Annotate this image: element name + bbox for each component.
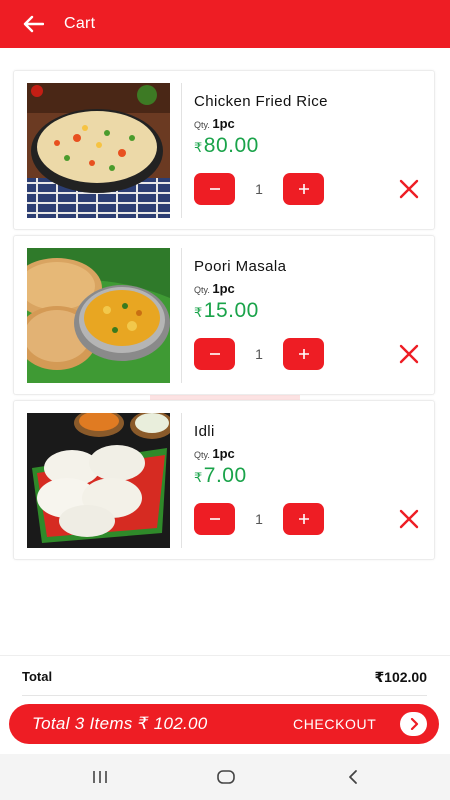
decrease-quantity-button[interactable] [194, 503, 235, 535]
item-name: Poori Masala [194, 258, 287, 275]
minus-icon [209, 353, 220, 355]
price-value: 80.00 [203, 134, 259, 157]
decrease-quantity-button[interactable] [194, 173, 235, 205]
qty-prefix: Qty. [194, 450, 210, 460]
qty-value: 1pc [212, 281, 235, 296]
item-name: Idli [194, 423, 215, 440]
remove-item-button[interactable] [397, 507, 421, 531]
item-price: ₹15.00 [194, 299, 259, 323]
home-icon [217, 770, 235, 784]
checkout-button[interactable]: Total 3 Items ₹ 102.00 CHECKOUT [9, 704, 439, 744]
nav-recents-button[interactable] [88, 766, 112, 788]
item-price: ₹7.00 [194, 464, 247, 488]
item-qty: Qty. 1pc [194, 116, 235, 131]
item-divider [181, 413, 182, 548]
app-bar: Cart [0, 0, 450, 48]
total-value: ₹102.00 [374, 669, 427, 685]
back-chevron-icon [349, 770, 357, 784]
back-button[interactable] [13, 4, 53, 44]
item-price: ₹80.00 [194, 134, 259, 158]
item-image-idli [27, 413, 170, 548]
checkout-label: CHECKOUT [293, 716, 377, 732]
cart-item: Poori Masala Qty. 1pc ₹15.00 1 [13, 235, 435, 395]
plus-icon [298, 349, 309, 359]
qty-prefix: Qty. [194, 285, 210, 295]
system-nav-bar [0, 754, 450, 800]
chevron-right-icon [410, 718, 418, 730]
close-icon [399, 344, 419, 364]
checkout-summary: Total 3 Items ₹ 102.00 [32, 714, 208, 733]
price-value: 15.00 [203, 299, 259, 322]
item-divider [181, 248, 182, 383]
item-image-poori-masala [27, 248, 170, 383]
plus-icon [298, 514, 309, 524]
currency-symbol: ₹ [194, 305, 203, 320]
item-divider [181, 83, 182, 218]
checkout-arrow [400, 712, 427, 736]
close-icon [399, 179, 419, 199]
item-qty: Qty. 1pc [194, 281, 235, 296]
cart-item: Idli Qty. 1pc ₹7.00 1 [13, 400, 435, 560]
quantity-value: 1 [255, 181, 263, 197]
increase-quantity-button[interactable] [283, 503, 324, 535]
qty-prefix: Qty. [194, 120, 210, 130]
arrow-left-icon [23, 15, 44, 33]
increase-quantity-button[interactable] [283, 173, 324, 205]
minus-icon [209, 518, 220, 520]
cart-item: Chicken Fried Rice Qty. 1pc ₹80.00 1 [13, 70, 435, 230]
item-name: Chicken Fried Rice [194, 93, 328, 110]
recents-icon [93, 771, 107, 783]
nav-home-button[interactable] [214, 766, 238, 788]
total-row: Total ₹102.00 [0, 655, 450, 696]
qty-value: 1pc [212, 116, 235, 131]
remove-item-button[interactable] [397, 177, 421, 201]
item-image-chicken-fried-rice [27, 83, 170, 218]
minus-icon [209, 188, 220, 190]
remove-item-button[interactable] [397, 342, 421, 366]
item-qty: Qty. 1pc [194, 446, 235, 461]
currency-symbol: ₹ [194, 470, 203, 485]
quantity-value: 1 [255, 346, 263, 362]
total-label: Total [22, 669, 53, 684]
price-value: 7.00 [203, 464, 247, 487]
page-title: Cart [64, 15, 96, 32]
qty-value: 1pc [212, 446, 235, 461]
nav-back-button[interactable] [341, 766, 365, 788]
divider [22, 695, 427, 696]
close-icon [399, 509, 419, 529]
quantity-value: 1 [255, 511, 263, 527]
increase-quantity-button[interactable] [283, 338, 324, 370]
decrease-quantity-button[interactable] [194, 338, 235, 370]
currency-symbol: ₹ [194, 140, 203, 155]
plus-icon [298, 184, 309, 194]
